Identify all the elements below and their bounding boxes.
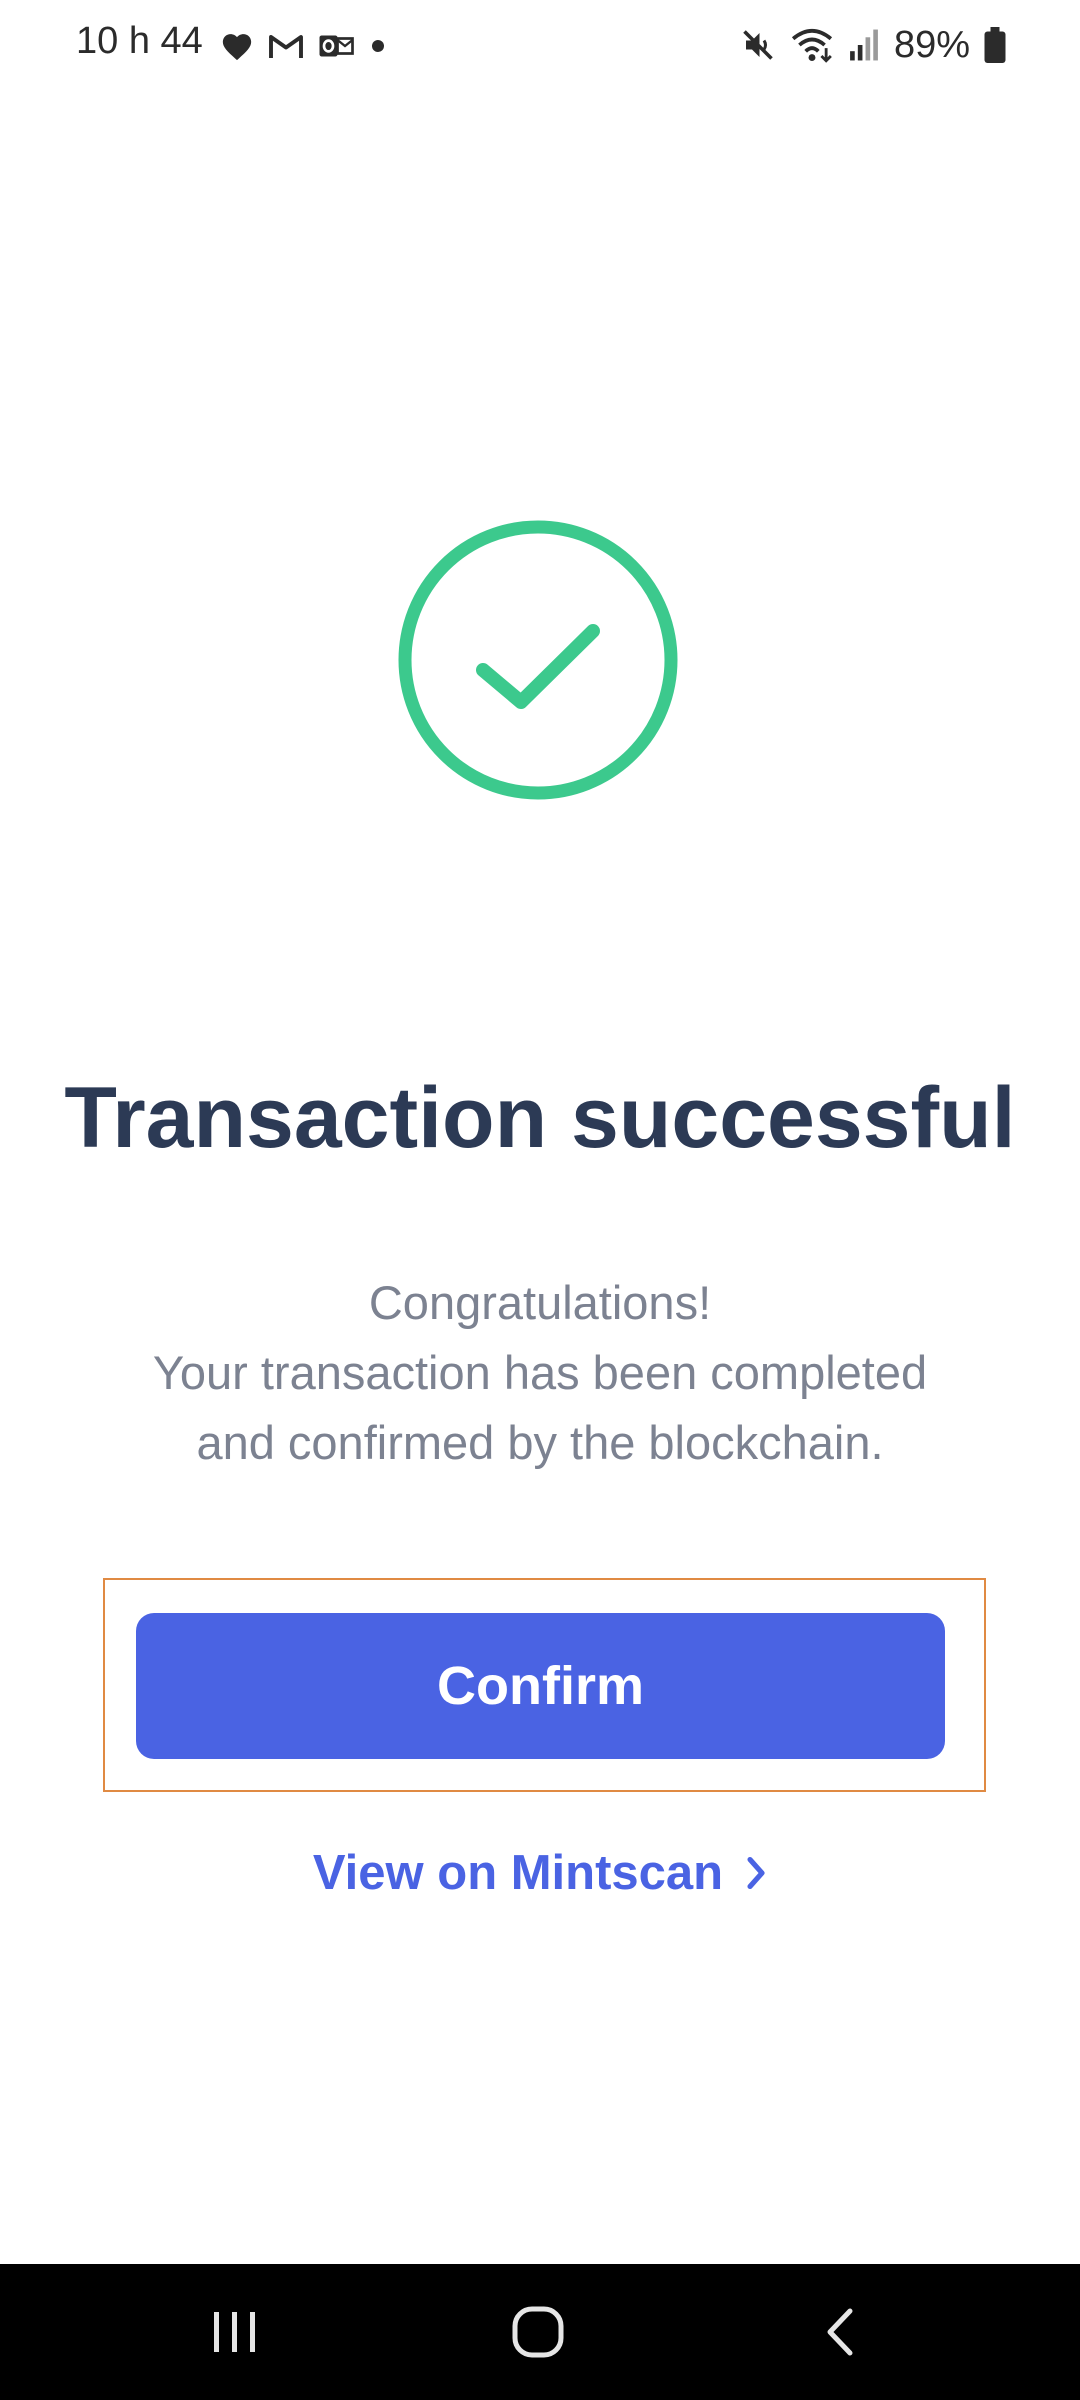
view-on-mintscan-link[interactable]: View on Mintscan (0, 1838, 1080, 1908)
system-status-icons: 89% (740, 20, 1006, 70)
outlook-icon (319, 35, 354, 57)
system-navigation-bar (0, 2264, 1080, 2400)
wifi-icon (791, 28, 833, 63)
back-button[interactable] (760, 2264, 920, 2400)
home-icon (512, 2306, 564, 2358)
mintscan-link-label: View on Mintscan (312, 1846, 724, 1900)
notification-icons (220, 26, 388, 66)
message-line: Your transaction has been completed (152, 1346, 928, 1399)
mute-icon (743, 30, 773, 60)
check-circle-icon (398, 520, 678, 800)
success-message: Congratulations! Your transaction has be… (0, 1268, 1080, 1478)
battery-percentage: 89% (893, 23, 970, 66)
status-time: 10 h 44 (76, 20, 203, 62)
message-line: and confirmed by the blockchain. (196, 1416, 884, 1469)
home-button[interactable] (458, 2264, 618, 2400)
gmail-icon (269, 35, 303, 58)
recent-apps-button[interactable] (155, 2264, 315, 2400)
back-icon (827, 2308, 853, 2356)
confirm-button[interactable]: Confirm (136, 1613, 945, 1759)
recent-apps-icon (214, 2312, 255, 2352)
status-bar: 10 h 44 89% (0, 0, 1080, 92)
chevron-right-icon (747, 1856, 765, 1890)
page-title: Transaction successful (64, 1070, 1016, 1166)
dot-icon (372, 40, 384, 52)
battery-icon (984, 27, 1006, 63)
signal-icon (850, 29, 878, 61)
heart-icon (222, 34, 252, 61)
message-line: Congratulations! (368, 1276, 712, 1329)
